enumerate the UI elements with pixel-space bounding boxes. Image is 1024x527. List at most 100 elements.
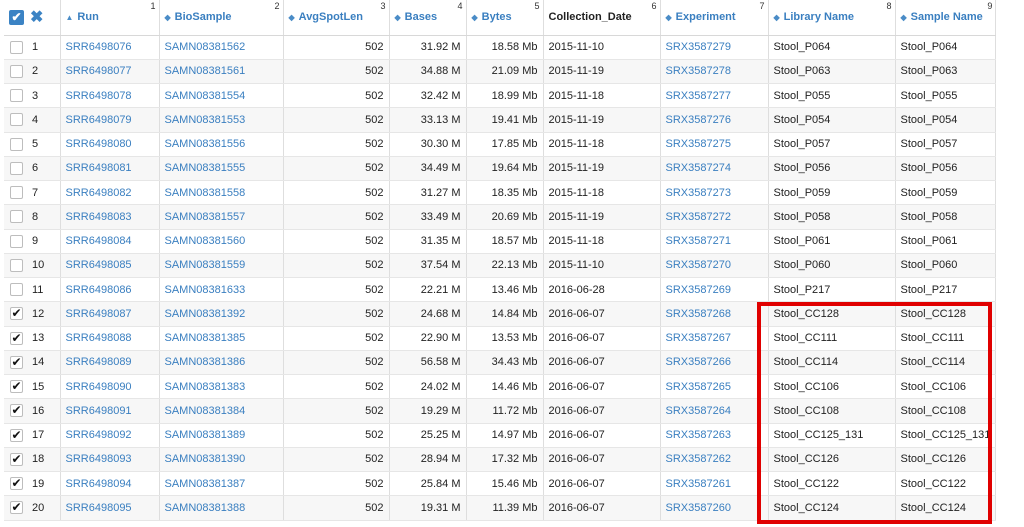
column-header-avgspotlen[interactable]: 3 ◆ AvgSpotLen xyxy=(283,0,390,36)
table-row[interactable]: ✔ 15 SRR6498090 SAMN08381383 502 24.02 M 14.46… xyxy=(4,374,997,400)
table-row[interactable]: 2 SRR6498077 SAMN08381561 502 34.88 M 21.09 M… xyxy=(4,59,997,85)
biosample-link[interactable]: SAMN08381562 xyxy=(159,35,284,60)
row-checkbox[interactable] xyxy=(10,210,23,224)
biosample-link[interactable]: SAMN08381555 xyxy=(159,156,284,182)
column-header-bases[interactable]: 4 ◆ Bases xyxy=(389,0,467,36)
experiment-link[interactable]: SRX3587272 xyxy=(660,204,769,230)
biosample-link[interactable]: SAMN08381388 xyxy=(159,495,284,521)
run-link[interactable]: SRR6498092 xyxy=(60,423,160,448)
run-link[interactable]: SRR6498078 xyxy=(60,83,160,109)
experiment-link[interactable]: SRX3587275 xyxy=(660,132,769,157)
table-row[interactable]: 3 SRR6498078 SAMN08381554 502 32.42 M 18.99 M… xyxy=(4,83,997,109)
experiment-link[interactable]: SRX3587262 xyxy=(660,447,769,473)
row-checkbox[interactable] xyxy=(10,137,23,151)
row-checkbox[interactable]: ✔ xyxy=(10,452,23,466)
experiment-link[interactable]: SRX3587277 xyxy=(660,83,769,109)
row-checkbox[interactable]: ✔ xyxy=(10,501,23,515)
table-row[interactable]: 6 SRR6498081 SAMN08381555 502 34.49 M 19.64 M… xyxy=(4,156,997,182)
run-link[interactable]: SRR6498093 xyxy=(60,447,160,473)
column-header-bytes[interactable]: 5 ◆ Bytes xyxy=(466,0,544,36)
biosample-link[interactable]: SAMN08381386 xyxy=(159,350,284,376)
experiment-link[interactable]: SRX3587267 xyxy=(660,326,769,351)
biosample-link[interactable]: SAMN08381561 xyxy=(159,59,284,85)
experiment-link[interactable]: SRX3587271 xyxy=(660,229,769,254)
clear-selection-icon[interactable]: ✖ xyxy=(30,9,43,25)
biosample-link[interactable]: SAMN08381389 xyxy=(159,423,284,448)
experiment-link[interactable]: SRX3587269 xyxy=(660,277,769,303)
run-link[interactable]: SRR6498087 xyxy=(60,301,160,327)
experiment-link[interactable]: SRX3587273 xyxy=(660,180,769,206)
table-row[interactable]: 9 SRR6498084 SAMN08381560 502 31.35 M 18.57 M… xyxy=(4,229,997,254)
column-header-library-name[interactable]: 8 ◆ Library Name xyxy=(768,0,896,36)
biosample-link[interactable]: SAMN08381390 xyxy=(159,447,284,473)
row-checkbox[interactable] xyxy=(10,234,23,248)
row-checkbox[interactable] xyxy=(10,161,23,175)
run-link[interactable]: SRR6498079 xyxy=(60,107,160,133)
row-checkbox[interactable] xyxy=(10,186,23,200)
row-checkbox[interactable]: ✔ xyxy=(10,307,23,321)
run-link[interactable]: SRR6498080 xyxy=(60,132,160,157)
run-link[interactable]: SRR6498077 xyxy=(60,59,160,85)
run-link[interactable]: SRR6498076 xyxy=(60,35,160,60)
biosample-link[interactable]: SAMN08381558 xyxy=(159,180,284,206)
row-checkbox[interactable]: ✔ xyxy=(10,477,23,491)
experiment-link[interactable]: SRX3587261 xyxy=(660,471,769,497)
row-checkbox[interactable] xyxy=(10,258,23,272)
run-link[interactable]: SRR6498094 xyxy=(60,471,160,497)
table-row[interactable]: ✔ 18 SRR6498093 SAMN08381390 502 28.94 M 17.32… xyxy=(4,447,997,473)
experiment-link[interactable]: SRX3587276 xyxy=(660,107,769,133)
run-link[interactable]: SRR6498090 xyxy=(60,374,160,400)
column-header-experiment[interactable]: 7 ◆ Experiment xyxy=(660,0,769,36)
column-header-biosample[interactable]: 2 ◆ BioSample xyxy=(159,0,284,36)
run-link[interactable]: SRR6498088 xyxy=(60,326,160,351)
table-row[interactable]: ✔ 17 SRR6498092 SAMN08381389 502 25.25 M 14.97… xyxy=(4,423,997,448)
biosample-link[interactable]: SAMN08381387 xyxy=(159,471,284,497)
biosample-link[interactable]: SAMN08381557 xyxy=(159,204,284,230)
biosample-link[interactable]: SAMN08381556 xyxy=(159,132,284,157)
row-checkbox[interactable]: ✔ xyxy=(10,355,23,369)
run-link[interactable]: SRR6498089 xyxy=(60,350,160,376)
table-row[interactable]: ✔ 20 SRR6498095 SAMN08381388 502 19.31 M 11.39… xyxy=(4,495,997,521)
experiment-link[interactable]: SRX3587264 xyxy=(660,398,769,424)
experiment-link[interactable]: SRX3587274 xyxy=(660,156,769,182)
experiment-link[interactable]: SRX3587260 xyxy=(660,495,769,521)
row-checkbox[interactable] xyxy=(10,113,23,127)
table-row[interactable]: ✔ 13 SRR6498088 SAMN08381385 502 22.90 M 13.53… xyxy=(4,326,997,351)
experiment-link[interactable]: SRX3587270 xyxy=(660,253,769,279)
run-link[interactable]: SRR6498095 xyxy=(60,495,160,521)
run-link[interactable]: SRR6498082 xyxy=(60,180,160,206)
table-row[interactable]: 1 SRR6498076 SAMN08381562 502 31.92 M 18.58 M… xyxy=(4,35,997,60)
biosample-link[interactable]: SAMN08381553 xyxy=(159,107,284,133)
experiment-link[interactable]: SRX3587278 xyxy=(660,59,769,85)
column-header-run[interactable]: 1 ▲ Run xyxy=(60,0,160,36)
biosample-link[interactable]: SAMN08381633 xyxy=(159,277,284,303)
biosample-link[interactable]: SAMN08381560 xyxy=(159,229,284,254)
table-row[interactable]: 4 SRR6498079 SAMN08381553 502 33.13 M 19.41 M… xyxy=(4,107,997,133)
biosample-link[interactable]: SAMN08381385 xyxy=(159,326,284,351)
row-checkbox[interactable]: ✔ xyxy=(10,428,23,442)
table-row[interactable]: ✔ 14 SRR6498089 SAMN08381386 502 56.58 M 34.43… xyxy=(4,350,997,376)
table-row[interactable]: 11 SRR6498086 SAMN08381633 502 22.21 M 13.46 … xyxy=(4,277,997,303)
run-link[interactable]: SRR6498083 xyxy=(60,204,160,230)
table-row[interactable]: 10 SRR6498085 SAMN08381559 502 37.54 M 22.13 … xyxy=(4,253,997,279)
biosample-link[interactable]: SAMN08381554 xyxy=(159,83,284,109)
row-checkbox[interactable] xyxy=(10,64,23,78)
column-header-sample-name[interactable]: 9 ◆ Sample Name xyxy=(895,0,997,36)
row-checkbox[interactable] xyxy=(10,283,23,297)
table-row[interactable]: 5 SRR6498080 SAMN08381556 502 30.30 M 17.85 M… xyxy=(4,132,997,157)
table-row[interactable]: ✔ 16 SRR6498091 SAMN08381384 502 19.29 M 11.72… xyxy=(4,398,997,424)
row-checkbox[interactable]: ✔ xyxy=(10,404,23,418)
table-row[interactable]: ✔ 12 SRR6498087 SAMN08381392 502 24.68 M 14.84… xyxy=(4,301,997,327)
table-row[interactable]: 8 SRR6498083 SAMN08381557 502 33.49 M 20.69 M… xyxy=(4,204,997,230)
biosample-link[interactable]: SAMN08381559 xyxy=(159,253,284,279)
experiment-link[interactable]: SRX3587263 xyxy=(660,423,769,448)
row-checkbox[interactable]: ✔ xyxy=(10,331,23,345)
run-link[interactable]: SRR6498091 xyxy=(60,398,160,424)
table-row[interactable]: ✔ 19 SRR6498094 SAMN08381387 502 25.84 M 15.46… xyxy=(4,471,997,497)
row-checkbox[interactable] xyxy=(10,89,23,103)
experiment-link[interactable]: SRX3587268 xyxy=(660,301,769,327)
biosample-link[interactable]: SAMN08381383 xyxy=(159,374,284,400)
select-all-checkbox[interactable]: ✔ xyxy=(9,9,24,25)
column-header-collection-date[interactable]: 6 Collection_Date xyxy=(543,0,661,36)
experiment-link[interactable]: SRX3587266 xyxy=(660,350,769,376)
